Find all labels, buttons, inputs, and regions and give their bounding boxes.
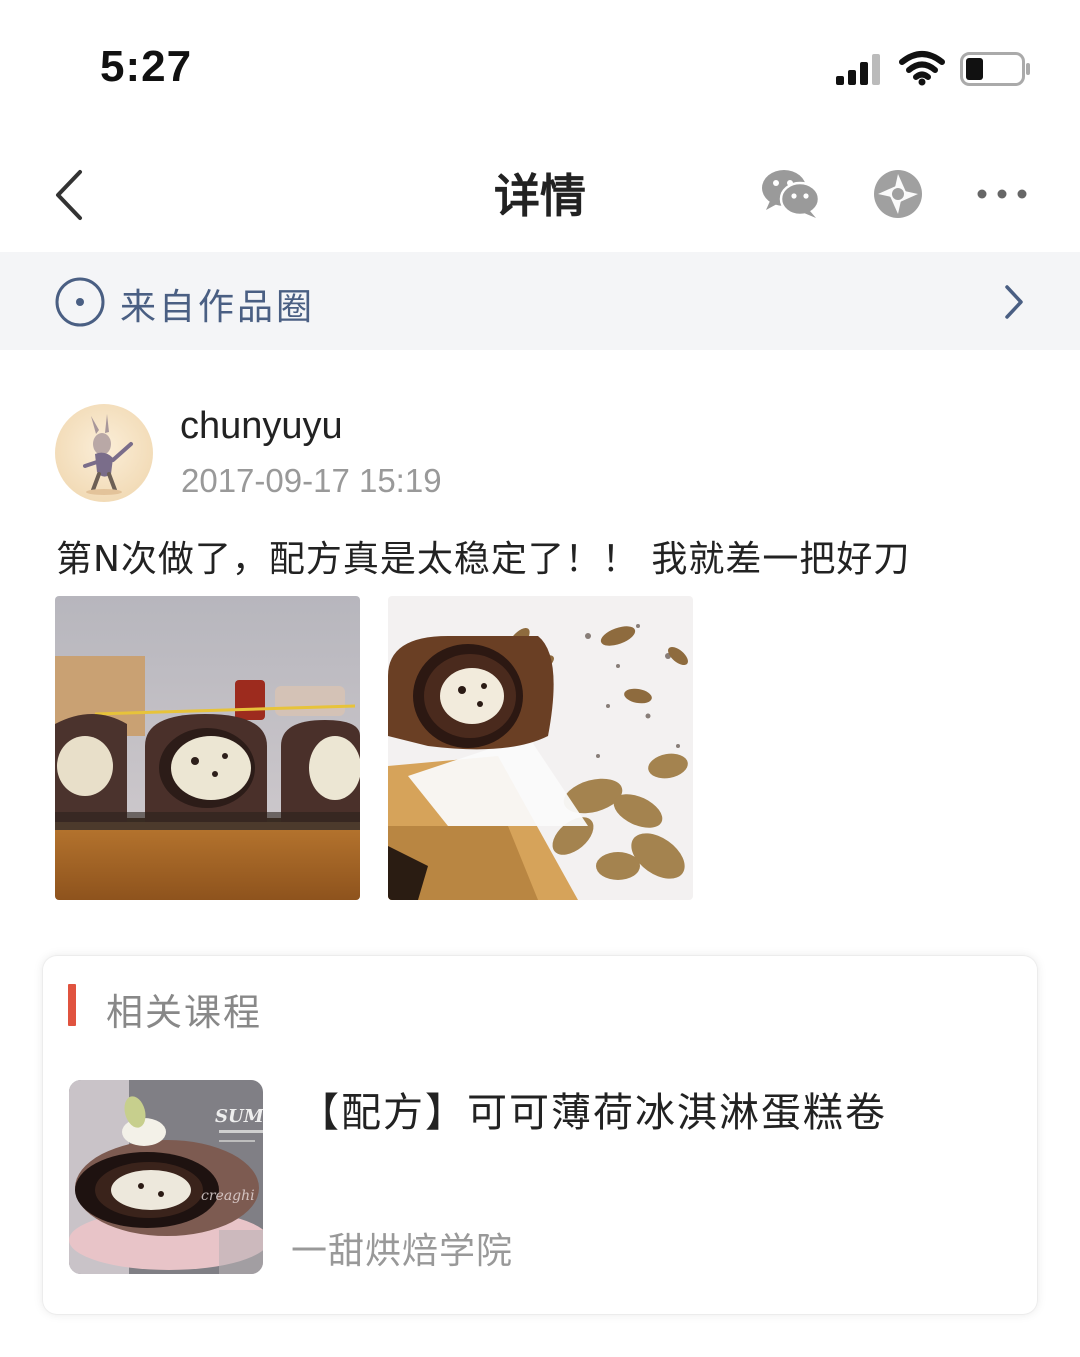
circle-dot-icon (55, 277, 105, 327)
battery-icon (960, 52, 1030, 86)
svg-text:creaghi: creaghi (201, 1188, 255, 1204)
post-timestamp: 2017-09-17 15:19 (181, 462, 442, 499)
course-thumbnail: SUM creaghi (69, 1080, 263, 1274)
source-banner[interactable]: 来自作品圈 (0, 252, 1080, 350)
avatar[interactable] (55, 404, 153, 502)
related-section-title: 相关课程 (106, 991, 262, 1034)
status-bar: 5:27 (0, 0, 1080, 130)
chevron-right-icon (1005, 285, 1023, 319)
more-icon[interactable] (975, 184, 1029, 204)
course-title: 【配方】可可薄荷冰淇淋蛋糕卷 (299, 1090, 887, 1136)
related-course-card: 相关课程 SUM creaghi 【配方】可可薄荷冰淇淋蛋糕卷 一甜烘焙学院 (43, 956, 1037, 1314)
moments-icon[interactable] (872, 168, 924, 220)
wifi-icon (899, 51, 945, 86)
status-time: 5:27 (100, 42, 193, 91)
author-name[interactable]: chunyuyu (180, 405, 343, 448)
nav-bar: 详情 (0, 130, 1080, 252)
course-provider: 一甜烘焙学院 (291, 1231, 514, 1272)
detail-page: 5:27 详情 来自作品圈 chunyuyu 2017-09-17 15:19 … (0, 0, 1080, 1357)
section-accent-bar (68, 984, 76, 1026)
source-label: 来自作品圈 (120, 287, 316, 328)
wechat-icon[interactable] (760, 168, 822, 220)
post-photo-cake-roll-slices[interactable] (55, 596, 360, 900)
post-text: 第N次做了，配方真是太稳定了！！ 我就差一把好刀 (56, 539, 911, 580)
course-item[interactable]: SUM creaghi 【配方】可可薄荷冰淇淋蛋糕卷 一甜烘焙学院 (43, 1056, 1037, 1296)
thumbnail-brand-text: SUM (215, 1106, 263, 1127)
cellular-signal-icon (836, 54, 880, 85)
post-photo-cake-roll-on-board[interactable] (388, 596, 693, 900)
